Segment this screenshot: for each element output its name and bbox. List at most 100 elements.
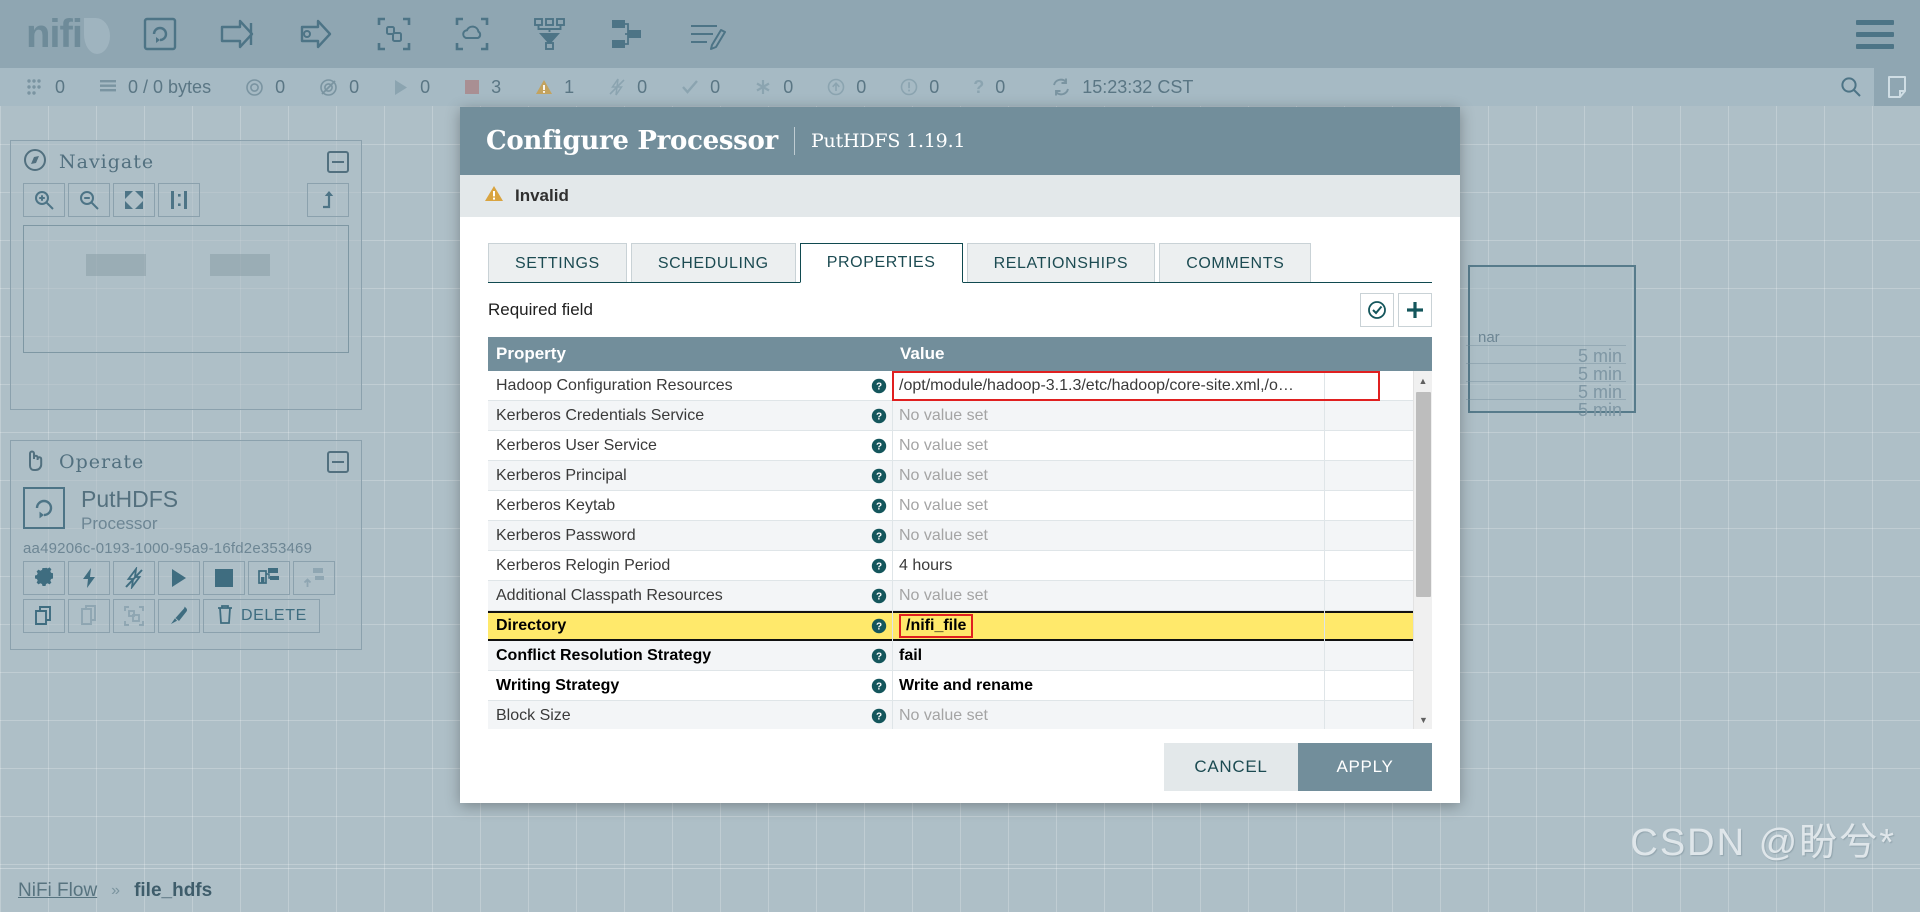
- check-circle-icon[interactable]: [1360, 293, 1394, 327]
- help-icon[interactable]: ?: [866, 708, 892, 724]
- process-group-icon[interactable]: [366, 6, 422, 62]
- nifi-logo: nifi: [26, 14, 110, 54]
- stop-button[interactable]: [203, 561, 245, 596]
- property-value-cell[interactable]: No value set: [892, 580, 1324, 611]
- property-value-cell[interactable]: No value set: [892, 430, 1324, 461]
- remote-process-group-icon[interactable]: [444, 6, 500, 62]
- help-icon[interactable]: ?: [866, 378, 892, 394]
- tab-properties[interactable]: PROPERTIES: [799, 243, 963, 283]
- enable-button[interactable]: [68, 561, 110, 596]
- scroll-down-arrow[interactable]: ▼: [1414, 710, 1433, 729]
- disable-button[interactable]: [113, 561, 155, 596]
- input-port-icon[interactable]: [210, 6, 266, 62]
- table-row[interactable]: Hadoop Configuration Resources ? /opt/mo…: [488, 371, 1432, 401]
- minimap[interactable]: [23, 225, 349, 353]
- zoom-actual-button[interactable]: [158, 183, 200, 217]
- scrollbar-thumb[interactable]: [1416, 392, 1431, 597]
- property-value-cell[interactable]: No value set: [892, 490, 1324, 521]
- help-icon[interactable]: ?: [866, 558, 892, 574]
- start-button[interactable]: [158, 561, 200, 596]
- play-icon: [393, 79, 409, 96]
- property-value-cell[interactable]: /opt/module/hadoop-3.1.3/etc/hadoop/core…: [892, 371, 1324, 401]
- navigate-up-button[interactable]: [307, 183, 349, 217]
- copy-button[interactable]: [23, 599, 65, 634]
- help-icon[interactable]: ?: [866, 678, 892, 694]
- status-value: 0: [55, 76, 66, 97]
- funnel-icon[interactable]: [522, 6, 578, 62]
- status-value: 3: [491, 76, 502, 97]
- table-row[interactable]: Kerberos Credentials Service ? No value …: [488, 400, 1432, 431]
- hand-pointer-icon: [23, 448, 47, 477]
- help-icon[interactable]: ?: [866, 468, 892, 484]
- tab-settings[interactable]: SETTINGS: [488, 243, 627, 283]
- dialog-header: Configure Processor PutHDFS 1.19.1: [460, 107, 1460, 175]
- table-row[interactable]: Writing Strategy ? Write and rename: [488, 670, 1432, 701]
- table-row[interactable]: Directory ? /nifi_file: [488, 611, 1432, 641]
- tab-label: COMMENTS: [1186, 254, 1285, 272]
- help-icon[interactable]: ?: [866, 438, 892, 454]
- property-value-cell[interactable]: fail: [892, 640, 1324, 671]
- zoom-fit-button[interactable]: [113, 183, 155, 217]
- property-value-cell[interactable]: No value set: [892, 400, 1324, 431]
- svg-text:?: ?: [876, 381, 882, 392]
- scroll-up-arrow[interactable]: ▲: [1414, 371, 1432, 390]
- global-menu-button[interactable]: [1856, 20, 1894, 49]
- zoom-in-button[interactable]: [23, 183, 65, 217]
- table-row[interactable]: Kerberos Principal ? No value set: [488, 460, 1432, 491]
- table-row[interactable]: Block Size ? No value set: [488, 700, 1432, 729]
- processor-icon[interactable]: [132, 6, 188, 62]
- dialog-title-separator: [793, 127, 795, 155]
- table-row[interactable]: Kerberos Keytab ? No value set: [488, 490, 1432, 521]
- property-value-cell[interactable]: /nifi_file: [892, 611, 1324, 641]
- upload-template-button[interactable]: [293, 561, 335, 596]
- help-icon[interactable]: ?: [866, 648, 892, 664]
- property-value-cell[interactable]: No value set: [892, 460, 1324, 491]
- label-icon[interactable]: [678, 6, 734, 62]
- help-icon[interactable]: ?: [866, 588, 892, 604]
- zoom-out-button[interactable]: [68, 183, 110, 217]
- plus-icon[interactable]: [1398, 293, 1432, 327]
- property-value-cell[interactable]: 4 hours: [892, 550, 1324, 581]
- svg-text:?: ?: [876, 591, 882, 602]
- apply-button[interactable]: APPLY: [1298, 743, 1432, 791]
- property-name-cell: Block Size ?: [488, 707, 892, 725]
- help-icon[interactable]: ?: [866, 618, 892, 634]
- configure-button[interactable]: [23, 561, 65, 596]
- group-icon[interactable]: [113, 599, 155, 634]
- breadcrumb-current[interactable]: file_hdfs: [134, 880, 212, 902]
- property-value-editor[interactable]: /nifi_file: [899, 614, 974, 638]
- breadcrumb-root[interactable]: NiFi Flow: [18, 880, 97, 902]
- table-row[interactable]: Kerberos User Service ? No value set: [488, 430, 1432, 461]
- table-row[interactable]: Conflict Resolution Strategy ? fail: [488, 640, 1432, 671]
- canvas-processor[interactable]: nar 5 min 5 min 5 min 5 min: [1466, 265, 1636, 420]
- tab-scheduling[interactable]: SCHEDULING: [630, 243, 796, 283]
- table-row[interactable]: Kerberos Password ? No value set: [488, 520, 1432, 551]
- table-row[interactable]: Kerberos Relogin Period ? 4 hours: [488, 550, 1432, 581]
- property-name: Kerberos Keytab: [496, 496, 616, 514]
- template-icon[interactable]: [600, 6, 656, 62]
- cancel-button[interactable]: CANCEL: [1164, 743, 1298, 791]
- collapse-navigate-button[interactable]: [327, 151, 349, 173]
- delete-button[interactable]: DELETE: [203, 599, 320, 634]
- output-port-icon[interactable]: [288, 6, 344, 62]
- properties-scrollbar[interactable]: ▲ ▼: [1413, 371, 1432, 729]
- help-icon[interactable]: ?: [866, 528, 892, 544]
- help-icon[interactable]: ?: [866, 498, 892, 514]
- tab-comments[interactable]: COMMENTS: [1159, 243, 1312, 283]
- table-row[interactable]: Additional Classpath Resources ? No valu…: [488, 580, 1432, 611]
- note-icon[interactable]: [1874, 68, 1920, 106]
- paste-button[interactable]: [68, 599, 110, 634]
- property-value-cell[interactable]: No value set: [892, 520, 1324, 551]
- transmit-icon: [245, 78, 264, 97]
- help-icon[interactable]: ?: [866, 408, 892, 424]
- property-value-cell[interactable]: Write and rename: [892, 670, 1324, 701]
- search-icon[interactable]: [1828, 68, 1874, 106]
- collapse-operate-button[interactable]: [327, 451, 349, 473]
- operate-panel-title: Operate: [59, 451, 145, 473]
- column-header-property: Property: [496, 344, 566, 363]
- change-color-button[interactable]: [158, 599, 200, 634]
- property-value-cell[interactable]: No value set: [892, 700, 1324, 729]
- tab-relationships[interactable]: RELATIONSHIPS: [966, 243, 1156, 283]
- create-template-button[interactable]: [248, 561, 290, 596]
- refresh-icon[interactable]: [1051, 77, 1071, 97]
